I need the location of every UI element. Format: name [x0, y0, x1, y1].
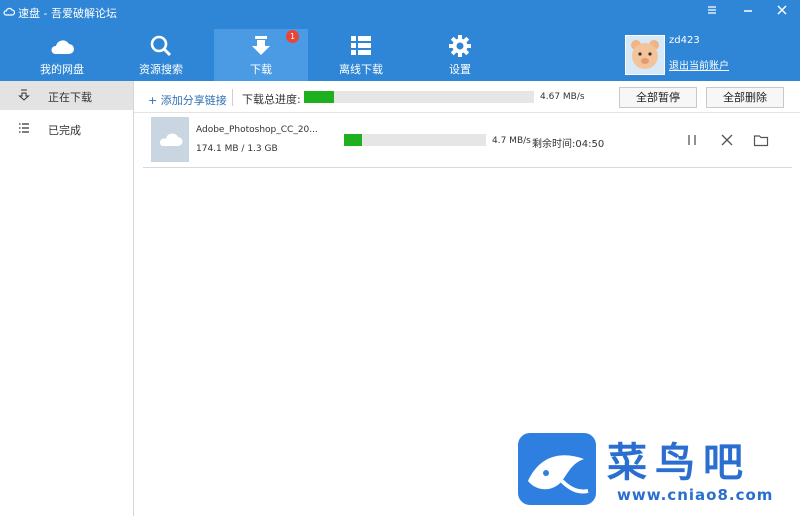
pause-all-button[interactable]: 全部暂停 [619, 87, 697, 108]
total-progress-fill [304, 91, 334, 103]
file-name: Adobe_Photoshop_CC_20... [196, 125, 318, 135]
toolbar-divider [232, 89, 233, 106]
window-title: 速盘 - 吾爱破解论坛 [18, 7, 117, 20]
search-icon [150, 35, 172, 57]
bird-logo-icon [518, 433, 596, 505]
gear-icon [449, 35, 471, 57]
username: zd423 [669, 35, 700, 46]
top-bar: 速盘 - 吾爱破解论坛 我的网盘 资源搜索 下载 1 离线下载 设置 zd423… [0, 0, 800, 81]
close-icon[interactable] [771, 3, 793, 21]
tab-label: 资源搜索 [139, 63, 183, 76]
tab-my-cloud[interactable]: 我的网盘 [15, 29, 109, 81]
sidebar-item-downloading[interactable]: 正在下载 [0, 81, 133, 110]
downloading-icon [18, 89, 30, 101]
cloud-icon [51, 40, 74, 54]
total-progress-label: 下载总进度: [242, 93, 301, 106]
add-share-link-button[interactable]: + 添加分享链接 [148, 92, 227, 108]
tab-label: 下载 [250, 63, 272, 76]
tab-settings[interactable]: 设置 [413, 29, 507, 81]
minimize-icon[interactable] [737, 3, 759, 21]
watermark: 菜鸟吧 www.cniao8.com [512, 430, 800, 516]
sidebar-item-label: 已完成 [48, 124, 81, 137]
watermark-name: 菜鸟吧 [607, 439, 751, 486]
total-progress-bar [304, 91, 534, 103]
tab-resource-search[interactable]: 资源搜索 [114, 29, 208, 81]
cloud-logo-icon [3, 7, 15, 16]
tab-label: 我的网盘 [40, 63, 84, 76]
task-speed: 4.7 MB/s [492, 136, 531, 146]
tab-offline-download[interactable]: 离线下载 [314, 29, 408, 81]
task-progress-fill [344, 134, 363, 146]
avatar[interactable] [625, 35, 665, 75]
notification-badge: 1 [286, 30, 299, 43]
list-item[interactable]: Adobe_Photoshop_CC_20... 174.1 MB / 1.3 … [143, 112, 792, 168]
folder-icon[interactable] [753, 132, 769, 148]
file-icon [151, 117, 189, 162]
delete-icon[interactable] [719, 132, 735, 148]
sidebar: 正在下载 已完成 [0, 81, 134, 516]
sidebar-item-label: 正在下载 [48, 91, 92, 104]
task-eta: 剩余时间:04:50 [532, 139, 605, 150]
tab-label: 设置 [449, 63, 471, 76]
list-grid-icon [351, 36, 371, 55]
tab-label: 离线下载 [339, 63, 383, 76]
sidebar-item-completed[interactable]: 已完成 [0, 114, 133, 143]
watermark-url: www.cniao8.com [617, 486, 774, 504]
download-icon [252, 36, 270, 55]
tab-download[interactable]: 下载 1 [214, 29, 308, 81]
pause-icon[interactable] [684, 132, 700, 148]
menu-icon[interactable] [701, 3, 723, 21]
task-progress-bar [344, 134, 486, 146]
delete-all-button[interactable]: 全部删除 [706, 87, 784, 108]
file-size: 174.1 MB / 1.3 GB [196, 144, 278, 154]
total-speed: 4.67 MB/s [540, 92, 585, 102]
title-bar: 速盘 - 吾爱破解论坛 [0, 0, 800, 24]
logout-link[interactable]: 退出当前账户 [669, 57, 729, 72]
completed-list-icon [19, 123, 29, 133]
toolbar: + 添加分享链接 下载总进度: 4.67 MB/s 全部暂停 全部删除 [134, 81, 800, 113]
